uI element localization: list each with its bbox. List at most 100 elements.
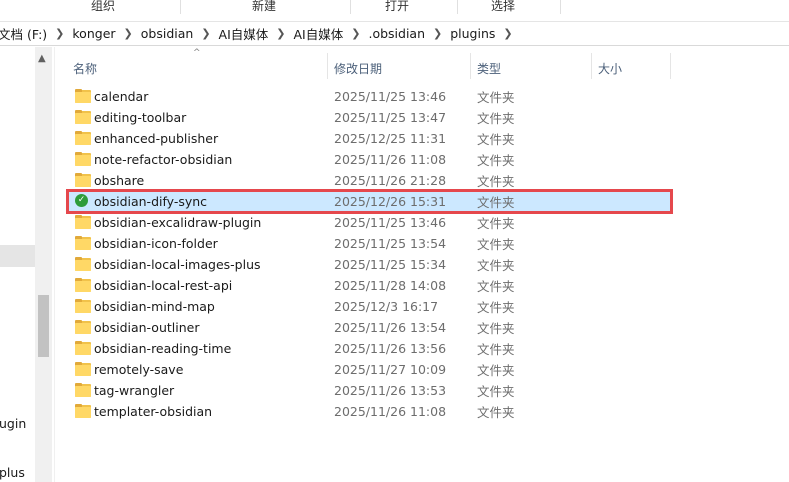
file-date: 2025/11/26 13:53 [334, 383, 447, 398]
file-name: tag-wrangler [94, 383, 175, 398]
file-type: 文件夹 [477, 279, 515, 294]
sync-check-icon: ✓ [75, 194, 91, 208]
ribbon-group-organize: 组织 [91, 0, 116, 13]
file-name: obsidian-icon-folder [94, 236, 218, 251]
folder-icon [75, 89, 91, 103]
file-row[interactable]: obsidian-excalidraw-plugin 2025/11/25 13:… [68, 212, 671, 233]
file-type: 文件夹 [477, 174, 515, 189]
column-divider[interactable] [670, 53, 671, 79]
breadcrumb-drive[interactable]: 文档 (F:) [0, 24, 49, 43]
column-divider[interactable] [327, 53, 328, 79]
chevron-right-icon[interactable]: ❯ [118, 27, 139, 40]
column-header-type[interactable]: 类型 [477, 60, 501, 77]
file-date: 2025/11/26 21:28 [334, 173, 447, 188]
folder-icon [75, 236, 91, 250]
file-date: 2025/12/25 11:31 [334, 131, 447, 146]
chevron-right-icon[interactable]: ❯ [345, 27, 366, 40]
file-row[interactable]: remotely-save 2025/11/27 10:09 文件夹 [68, 359, 671, 380]
chevron-right-icon[interactable]: ❯ [49, 27, 70, 40]
file-date: 2025/11/25 13:54 [334, 236, 447, 251]
scroll-up-arrow-icon[interactable]: ▲ [38, 53, 46, 64]
file-type: 文件夹 [477, 321, 515, 336]
breadcrumb-ai-media-2[interactable]: AI自媒体 [292, 24, 346, 43]
file-name: obsidian-excalidraw-plugin [94, 215, 262, 230]
file-date: 2025/11/25 13:46 [334, 215, 447, 230]
ribbon-group-select: 选择 [491, 0, 516, 13]
folder-icon [75, 362, 91, 376]
file-row[interactable]: obsidian-outliner 2025/11/26 13:54 文件夹 [68, 317, 671, 338]
breadcrumb-dot-obsidian[interactable]: .obsidian [366, 26, 427, 41]
breadcrumb-plugins[interactable]: plugins [448, 26, 497, 41]
folder-icon [75, 341, 91, 355]
chevron-right-icon[interactable]: ❯ [270, 27, 291, 40]
scrollbar-thumb[interactable] [38, 295, 49, 357]
chevron-right-icon[interactable]: ❯ [195, 27, 216, 40]
folder-icon [75, 278, 91, 292]
file-row[interactable]: editing-toolbar 2025/11/25 13:47 文件夹 [68, 107, 671, 128]
file-name: calendar [94, 89, 149, 104]
file-date: 2025/11/25 15:34 [334, 257, 447, 272]
folder-icon [75, 299, 91, 313]
file-type: 文件夹 [477, 90, 515, 105]
file-row[interactable]: obshare 2025/11/26 21:28 文件夹 [68, 170, 671, 191]
folder-icon [75, 173, 91, 187]
file-type: 文件夹 [477, 300, 515, 315]
folder-icon [75, 131, 91, 145]
column-header-size[interactable]: 大小 [598, 60, 622, 77]
file-type: 文件夹 [477, 405, 515, 420]
file-name: editing-toolbar [94, 110, 187, 125]
file-row[interactable]: obsidian-reading-time 2025/11/26 13:56 文件夹 [68, 338, 671, 359]
file-row[interactable]: calendar 2025/11/25 13:46 文件夹 [68, 86, 671, 107]
column-header-date[interactable]: 修改日期 [334, 60, 382, 77]
ribbon-group-new: 新建 [252, 0, 277, 13]
file-name: templater-obsidian [94, 404, 213, 419]
pane-divider [54, 47, 55, 482]
ribbon-divider [350, 0, 351, 14]
file-type: 文件夹 [477, 153, 515, 168]
file-date: 2025/11/26 11:08 [334, 152, 447, 167]
file-date: 2025/11/26 13:54 [334, 320, 447, 335]
file-row[interactable]: obsidian-icon-folder 2025/11/25 13:54 文件夹 [68, 233, 671, 254]
file-list: calendar 2025/11/25 13:46 文件夹 editing-toolb… [66, 86, 673, 422]
nav-item-fragment[interactable]: ugin [0, 416, 26, 431]
file-name: obsidian-mind-map [94, 299, 215, 314]
file-row[interactable]: ✓ obsidian-dify-sync 2025/12/26 15:31 文件夹 [66, 189, 673, 214]
file-row[interactable]: enhanced-publisher 2025/12/25 11:31 文件夹 [68, 128, 671, 149]
file-row[interactable]: obsidian-mind-map 2025/12/3 16:17 文件夹 [68, 296, 671, 317]
ribbon-group-open: 打开 [385, 0, 410, 13]
file-name: obsidian-outliner [94, 320, 200, 335]
chevron-right-icon[interactable]: ❯ [497, 27, 518, 40]
file-row[interactable]: tag-wrangler 2025/11/26 13:53 文件夹 [68, 380, 671, 401]
column-divider[interactable] [470, 53, 471, 79]
ribbon-divider [180, 0, 181, 14]
file-type: 文件夹 [477, 342, 515, 357]
file-type: 文件夹 [477, 258, 515, 273]
folder-icon [75, 383, 91, 397]
file-row[interactable]: obsidian-local-rest-api 2025/11/28 14:08 文… [68, 275, 671, 296]
breadcrumb-konger[interactable]: konger [70, 26, 117, 41]
folder-icon [75, 404, 91, 418]
navigation-pane[interactable]: ugin plus ▲ [0, 47, 55, 482]
file-date: 2025/12/26 15:31 [334, 194, 447, 209]
nav-selected-item[interactable] [0, 245, 35, 267]
ribbon-divider [457, 0, 458, 14]
nav-item-fragment[interactable]: plus [0, 465, 25, 480]
breadcrumb-obsidian[interactable]: obsidian [139, 26, 196, 41]
file-date: 2025/12/3 16:17 [334, 299, 439, 314]
sort-ascending-icon: ^ [193, 48, 201, 58]
address-bar[interactable]: 文档 (F:) ❯ konger ❯ obsidian ❯ AI自媒体 ❯ AI… [0, 22, 789, 46]
breadcrumb-ai-media-1[interactable]: AI自媒体 [217, 24, 271, 43]
file-row[interactable]: templater-obsidian 2025/11/26 11:08 文件夹 [68, 401, 671, 422]
file-row[interactable]: obsidian-local-images-plus 2025/11/25 15:… [68, 254, 671, 275]
file-row[interactable]: note-refactor-obsidian 2025/11/26 11:08 文件… [68, 149, 671, 170]
ribbon-divider [560, 0, 561, 14]
folder-icon [75, 110, 91, 124]
chevron-right-icon[interactable]: ❯ [427, 27, 448, 40]
file-date: 2025/11/25 13:46 [334, 89, 447, 104]
file-name: obsidian-reading-time [94, 341, 232, 356]
file-name: note-refactor-obsidian [94, 152, 233, 167]
nav-scrollbar[interactable]: ▲ [35, 47, 52, 482]
column-header-name[interactable]: 名称 [73, 60, 97, 77]
file-name: obshare [94, 173, 145, 188]
column-divider[interactable] [591, 53, 592, 79]
